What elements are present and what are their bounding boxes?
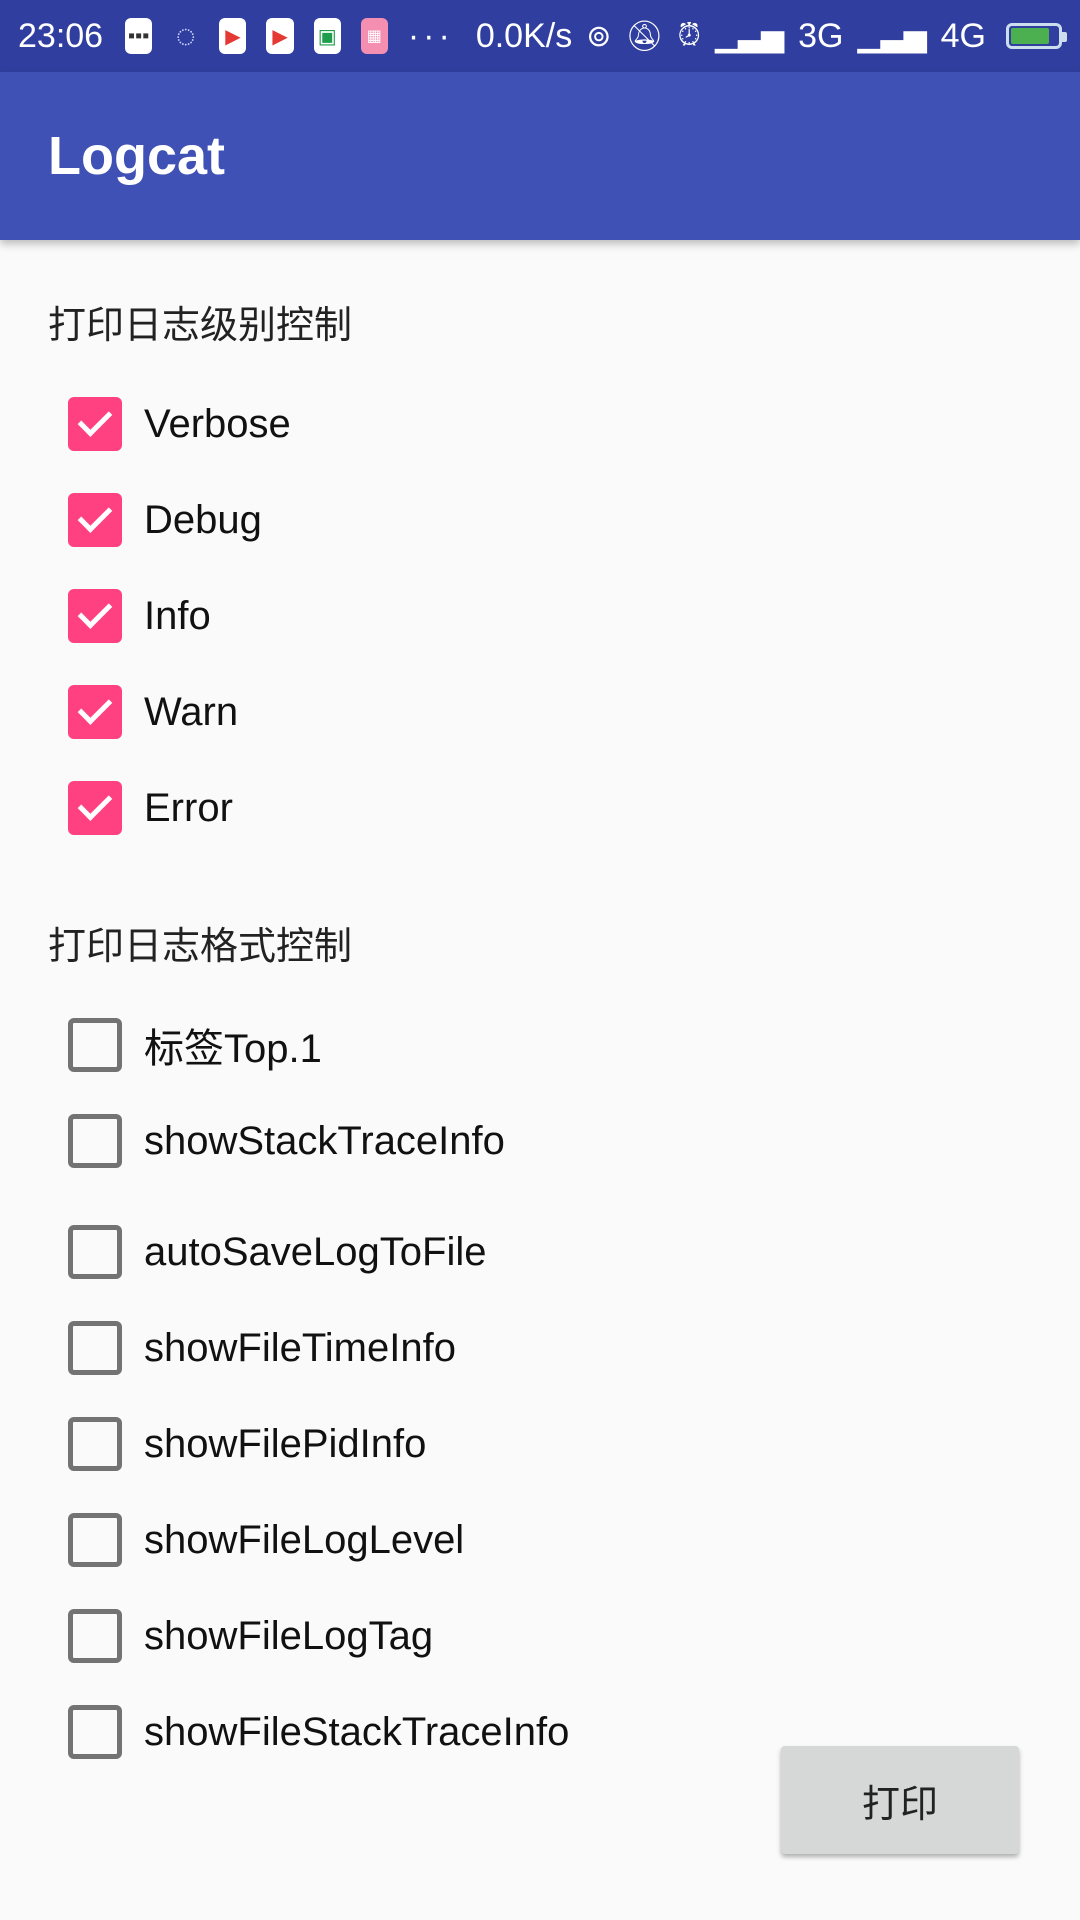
app-title: Logcat: [48, 126, 226, 186]
checkbox-label: autoSaveLogToFile: [144, 1229, 487, 1274]
checkbox-label: showFilePidInfo: [144, 1421, 427, 1466]
bell-off-icon: 🔕︎: [625, 19, 664, 53]
app-bar: Logcat: [0, 72, 1080, 240]
checkbox-label: showStackTraceInfo: [144, 1118, 505, 1163]
checkbox-checked-icon[interactable]: [68, 589, 122, 643]
checkbox-show-file-stack-trace-info[interactable]: showFileStackTraceInfo: [68, 1704, 569, 1760]
checkbox-unchecked-icon[interactable]: [68, 1417, 122, 1471]
status-bar: 23:06 ▪▪▪ ◌ ▶ ▶ ▣ ▦ ··· 0.0K/s ⊚ 🔕︎ ⏰︎ ▁…: [0, 0, 1080, 72]
checkbox-unchecked-icon[interactable]: [68, 1321, 122, 1375]
checkbox-label: 标签Top.1: [144, 1027, 322, 1071]
checkbox-tag[interactable]: 标签Top.1: [68, 1017, 322, 1073]
checkbox-auto-save-log-to-file[interactable]: autoSaveLogToFile: [68, 1224, 486, 1280]
checkbox-label: Debug: [144, 497, 262, 542]
play-store-icon: ▶: [219, 18, 247, 54]
print-button[interactable]: 打印: [781, 1746, 1019, 1854]
checkbox-unchecked-icon[interactable]: [68, 1018, 122, 1072]
checkbox-show-file-pid-info[interactable]: showFilePidInfo: [68, 1416, 426, 1472]
checkbox-unchecked-icon[interactable]: [68, 1705, 122, 1759]
battery-charging-icon: [1006, 23, 1067, 49]
checkbox-show-file-time-info[interactable]: showFileTimeInfo: [68, 1320, 456, 1376]
checkbox-label: Info: [144, 593, 211, 638]
loader-icon: ◌: [175, 16, 196, 55]
checkbox-checked-icon[interactable]: [68, 685, 122, 739]
checkbox-info[interactable]: Info: [68, 588, 211, 644]
checkbox-label: Verbose: [144, 401, 291, 446]
level-section-title: 打印日志级别控制: [48, 305, 353, 347]
checkbox-debug[interactable]: Debug: [68, 492, 262, 548]
checkbox-unchecked-icon[interactable]: [68, 1513, 122, 1567]
checkbox-unchecked-icon[interactable]: [68, 1225, 122, 1279]
bilibili-icon: ▦: [360, 18, 388, 54]
checkbox-show-file-log-tag[interactable]: showFileLogTag: [68, 1608, 433, 1664]
message-icon: ▪▪▪: [125, 18, 153, 54]
checkbox-unchecked-icon[interactable]: [68, 1114, 122, 1168]
checkbox-warn[interactable]: Warn: [68, 684, 238, 740]
checkbox-show-stack-trace-info[interactable]: showStackTraceInfo: [68, 1113, 505, 1169]
checkbox-label: Error: [144, 785, 233, 830]
more-notifications-indicator: ···: [407, 16, 454, 55]
mi-icon: ▣: [313, 18, 341, 54]
network-3g-label: 3G: [798, 16, 844, 55]
checkbox-label: showFileTimeInfo: [144, 1325, 456, 1370]
checkbox-unchecked-icon[interactable]: [68, 1609, 122, 1663]
checkbox-checked-icon[interactable]: [68, 781, 122, 835]
format-section-title: 打印日志格式控制: [48, 926, 353, 968]
network-4g-label: 4G: [940, 16, 986, 55]
checkbox-label: showFileLogTag: [144, 1613, 434, 1658]
checkbox-checked-icon[interactable]: [68, 493, 122, 547]
checkbox-label: Warn: [144, 689, 239, 734]
checkbox-error[interactable]: Error: [68, 780, 233, 836]
checkbox-checked-icon[interactable]: [68, 397, 122, 451]
alarm-icon: ⏰︎: [677, 19, 701, 52]
checkbox-label: showFileLogLevel: [144, 1517, 465, 1562]
checkbox-verbose[interactable]: Verbose: [68, 396, 291, 452]
checkbox-label: showFileStackTraceInfo: [144, 1709, 570, 1754]
play-store-icon: ▶: [266, 18, 294, 54]
hotspot-icon: ⊚: [586, 19, 612, 53]
signal-hd-icon: ▁▃▅: [857, 19, 927, 53]
signal-icon: ▁▃▅: [714, 19, 785, 53]
network-speed: 0.0K/s: [475, 16, 573, 55]
checkbox-show-file-log-level[interactable]: showFileLogLevel: [68, 1512, 464, 1568]
status-time: 23:06: [18, 16, 104, 55]
